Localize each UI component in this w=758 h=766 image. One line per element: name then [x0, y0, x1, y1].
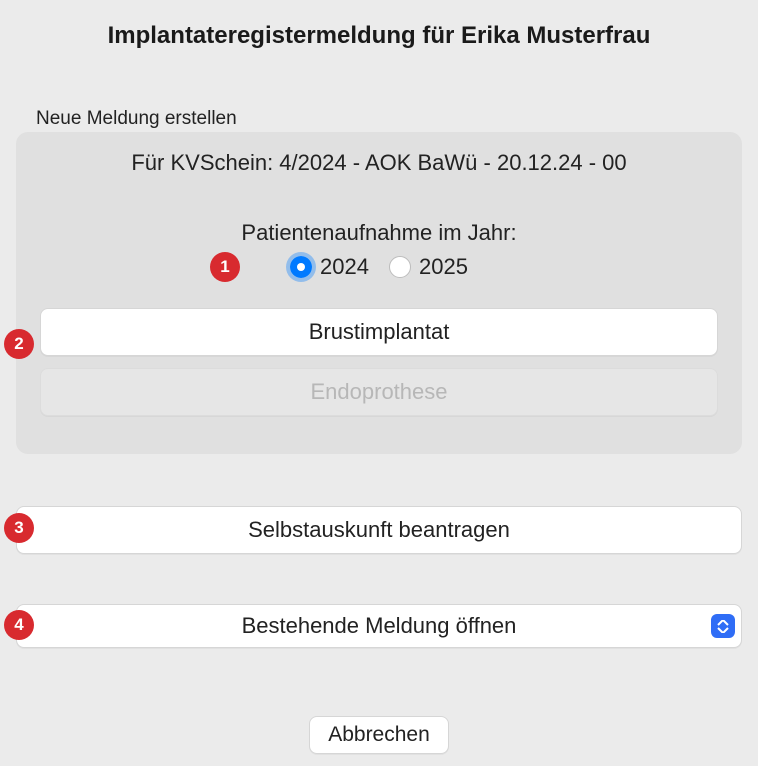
year-option-2024[interactable]: 2024 — [290, 254, 369, 280]
year-option-label: 2024 — [320, 254, 369, 280]
section-header: Neue Meldung erstellen — [36, 108, 758, 130]
cancel-button[interactable]: Abbrechen — [309, 716, 449, 754]
selbstauskunft-button[interactable]: Selbstauskunft beantragen — [16, 506, 742, 554]
new-report-panel: Für KVSchein: 4/2024 - AOK BaWü - 20.12.… — [16, 132, 742, 454]
brustimplantat-button[interactable]: Brustimplantat — [40, 308, 718, 356]
year-option-2025[interactable]: 2025 — [389, 254, 468, 280]
window-title: Implantateregistermeldung für Erika Must… — [0, 0, 758, 50]
annotation-marker-1: 1 — [210, 252, 240, 282]
endoprothese-button: Endoprothese — [40, 368, 718, 416]
radio-icon — [389, 256, 411, 278]
year-option-label: 2025 — [419, 254, 468, 280]
open-existing-report-dropdown[interactable]: Bestehende Meldung öffnen — [16, 604, 742, 648]
radio-icon — [290, 256, 312, 278]
kvschein-info: Für KVSchein: 4/2024 - AOK BaWü - 20.12.… — [40, 150, 718, 176]
chevron-up-down-icon — [711, 614, 735, 638]
dropdown-label: Bestehende Meldung öffnen — [242, 613, 517, 639]
year-radio-group: 1 2024 2025 — [40, 254, 718, 280]
admission-year-label: Patientenaufnahme im Jahr: — [40, 220, 718, 246]
